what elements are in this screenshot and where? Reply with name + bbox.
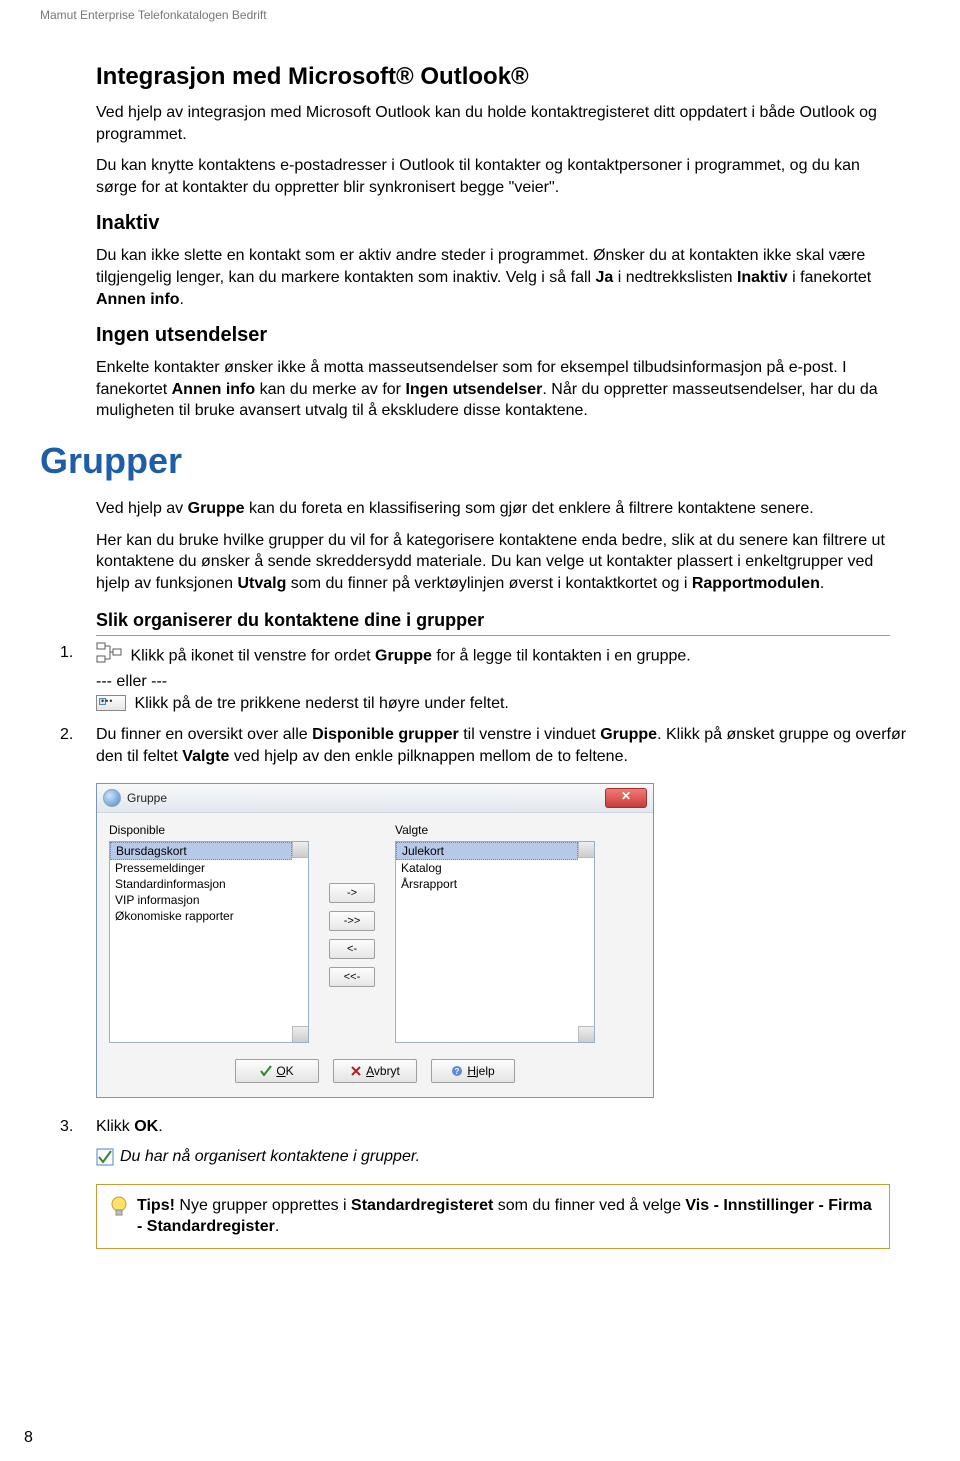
- step2-b: til venstre i vinduet: [459, 726, 600, 743]
- h1-grupper: Grupper: [40, 440, 920, 482]
- group-structure-icon: [96, 642, 122, 671]
- h3-ingen-utsendelser: Ingen utsendelser: [96, 324, 890, 347]
- step3-b: .: [158, 1118, 162, 1135]
- list-item[interactable]: Standardinformasjon: [110, 876, 292, 892]
- svg-text:?: ?: [455, 1067, 460, 1076]
- app-icon: [103, 789, 121, 807]
- cancel-icon: [350, 1065, 362, 1077]
- move-all-right-button[interactable]: ->>: [329, 911, 375, 931]
- move-right-button[interactable]: ->: [329, 883, 375, 903]
- doc-header: Mamut Enterprise Telefonkatalogen Bedrif…: [40, 0, 920, 62]
- scroll-up-icon[interactable]: [292, 842, 308, 858]
- step2-a: Du finner en oversikt over alle: [96, 726, 312, 743]
- list-item[interactable]: Årsrapport: [396, 876, 578, 892]
- listbox-valgte[interactable]: Julekort Katalog Årsrapport: [395, 841, 595, 1043]
- ok-check-icon: [260, 1065, 272, 1077]
- move-left-button[interactable]: <-: [329, 939, 375, 959]
- step1-text-c: Klikk på de tre prikkene nederst til høy…: [134, 695, 508, 712]
- scroll-down-icon[interactable]: [292, 1026, 308, 1042]
- gruppe-dialog: Gruppe ✕ Disponible Bursdagskort Pressem…: [96, 783, 654, 1098]
- step-number-1: 1.: [40, 642, 96, 664]
- label-valgte: Valgte: [395, 823, 595, 837]
- step1-gruppe: Gruppe: [375, 648, 432, 665]
- listbox-disponible[interactable]: Bursdagskort Pressemeldinger Standardinf…: [109, 841, 309, 1043]
- p-inaktiv: Du kan ikke slette en kontakt som er akt…: [96, 245, 890, 310]
- ellipsis-button-icon: [96, 695, 126, 711]
- scroll-down-icon[interactable]: [578, 1026, 594, 1042]
- step1-text-a: Klikk på ikonet til venstre for ordet: [130, 648, 375, 665]
- step3-a: Klikk: [96, 1118, 134, 1135]
- tip-text: Tips! Nye grupper opprettes i Standardre…: [137, 1195, 877, 1238]
- step2-disp: Disponible grupper: [312, 726, 459, 743]
- p-grupper-1: Ved hjelp av Gruppe kan du foreta en kla…: [96, 498, 890, 520]
- dialog-titlebar: Gruppe ✕: [97, 784, 653, 813]
- checkmark-icon: [96, 1148, 114, 1166]
- move-all-left-button[interactable]: <<-: [329, 967, 375, 987]
- list-item[interactable]: Bursdagskort: [110, 842, 292, 860]
- ok-button[interactable]: OK: [235, 1059, 319, 1083]
- hjelp-button[interactable]: ? Hjelp: [431, 1059, 515, 1083]
- avbryt-button[interactable]: Avbryt: [333, 1059, 417, 1083]
- list-item[interactable]: Pressemeldinger: [110, 860, 292, 876]
- lightbulb-icon: [109, 1195, 129, 1219]
- tip-box: Tips! Nye grupper opprettes i Standardre…: [96, 1184, 890, 1249]
- p-ingen: Enkelte kontakter ønsker ikke å motta ma…: [96, 357, 890, 422]
- page-number: 8: [24, 1429, 33, 1447]
- p-integrasjon-1: Ved hjelp av integrasjon med Microsoft O…: [96, 102, 890, 145]
- h3-inaktiv: Inaktiv: [96, 212, 890, 235]
- help-icon: ?: [451, 1065, 463, 1077]
- close-button[interactable]: ✕: [605, 788, 647, 808]
- list-item[interactable]: Økonomiske rapporter: [110, 908, 292, 924]
- label-disponible: Disponible: [109, 823, 309, 837]
- p-integrasjon-2: Du kan knytte kontaktens e-postadresser …: [96, 155, 890, 198]
- h2-integrasjon: Integrasjon med Microsoft® Outlook®: [96, 62, 890, 92]
- done-text: Du har nå organisert kontaktene i gruppe…: [120, 1148, 420, 1166]
- step2-valgte: Valgte: [182, 748, 229, 765]
- list-item[interactable]: Katalog: [396, 860, 578, 876]
- list-item[interactable]: VIP informasjon: [110, 892, 292, 908]
- step1-text-b: for å legge til kontakten i en gruppe.: [432, 648, 691, 665]
- step-number-3: 3.: [40, 1116, 96, 1138]
- h3-slik-organiserer: Slik organiserer du kontaktene dine i gr…: [96, 610, 890, 636]
- p-grupper-2: Her kan du bruke hvilke grupper du vil f…: [96, 530, 890, 595]
- step-number-2: 2.: [40, 724, 96, 746]
- dialog-title: Gruppe: [127, 791, 605, 805]
- scroll-up-icon[interactable]: [578, 842, 594, 858]
- step1-or: --- eller ---: [96, 673, 167, 690]
- step2-gruppe: Gruppe: [600, 726, 657, 743]
- step3-ok: OK: [134, 1118, 158, 1135]
- list-item[interactable]: Julekort: [396, 842, 578, 860]
- step2-d: ved hjelp av den enkle pilknappen mellom…: [229, 748, 627, 765]
